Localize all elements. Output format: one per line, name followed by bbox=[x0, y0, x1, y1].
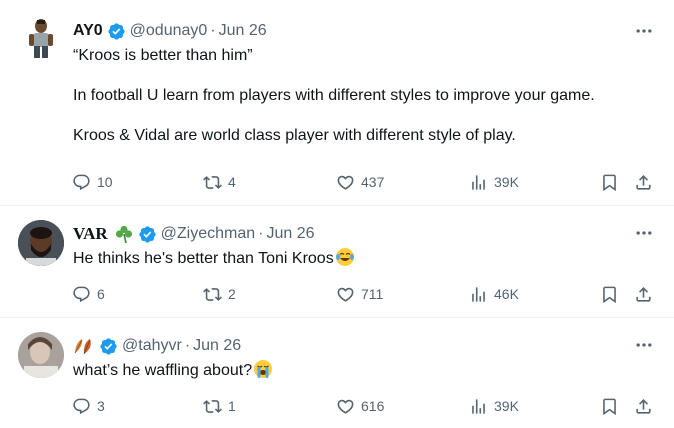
bar-chart-icon bbox=[469, 173, 488, 192]
bar-chart-icon bbox=[469, 397, 488, 416]
tweet-paragraph: what’s he waffling about? bbox=[73, 362, 253, 379]
like-count: 437 bbox=[361, 174, 385, 190]
bookmark-icon bbox=[600, 397, 619, 416]
shamrock-icon bbox=[115, 225, 132, 244]
separator-dot: · bbox=[210, 22, 216, 39]
author-name[interactable]: AY0 bbox=[73, 22, 103, 40]
reply-icon bbox=[72, 397, 91, 416]
repost-button[interactable]: 2 bbox=[203, 283, 236, 305]
like-button[interactable]: 437 bbox=[336, 171, 384, 193]
like-count: 616 bbox=[361, 398, 385, 414]
reply-icon bbox=[72, 285, 91, 304]
separator-dot: · bbox=[184, 337, 191, 354]
action-bar: 3 1 616 39K bbox=[0, 395, 674, 417]
share-icon bbox=[634, 285, 653, 304]
heart-icon bbox=[336, 285, 355, 304]
tweet-paragraph: Kroos & Vidal are world class player wit… bbox=[73, 127, 516, 144]
bookmark-icon bbox=[600, 173, 619, 192]
tweet-header: VAR @Ziyechman · Jun 26 bbox=[73, 223, 315, 245]
action-bar: 6 2 711 46K bbox=[0, 283, 674, 305]
separator-dot: · bbox=[258, 225, 264, 242]
bookmark-button[interactable] bbox=[600, 395, 619, 417]
reply-button[interactable]: 3 bbox=[72, 395, 105, 417]
timestamp[interactable]: Jun 26 bbox=[266, 225, 314, 243]
action-bar: 10 4 437 39K bbox=[0, 171, 674, 193]
reply-count: 10 bbox=[97, 174, 113, 190]
verified-badge-icon bbox=[138, 225, 157, 244]
like-count: 711 bbox=[361, 286, 384, 302]
verified-badge-icon bbox=[107, 22, 126, 41]
tweet-paragraph: “Kroos is better than him” bbox=[73, 47, 253, 64]
reply-count: 3 bbox=[97, 398, 105, 414]
reply-count: 6 bbox=[97, 286, 105, 302]
tweet-text: what’s he waffling about? bbox=[73, 359, 273, 381]
timestamp[interactable]: Jun 26 bbox=[219, 22, 267, 40]
share-button[interactable] bbox=[634, 283, 653, 305]
avatar-odunay0[interactable] bbox=[18, 14, 64, 60]
repost-button[interactable]: 1 bbox=[203, 395, 236, 417]
tweet-header: AY0 @odunay0 · Jun 26 bbox=[73, 20, 267, 42]
view-count: 46K bbox=[494, 286, 519, 302]
tweet-header: @tahyvr · Jun 26 bbox=[73, 335, 241, 357]
heart-icon bbox=[336, 397, 355, 416]
tweet-paragraph: In football U learn from players with di… bbox=[73, 87, 595, 104]
more-options-icon[interactable] bbox=[632, 21, 656, 41]
loudly-crying-emoji-icon bbox=[254, 360, 273, 378]
tweet-text: “Kroos is better than him” In football U… bbox=[73, 46, 595, 146]
tears-of-joy-emoji-icon bbox=[335, 248, 354, 266]
repost-button[interactable]: 4 bbox=[203, 171, 236, 193]
share-icon bbox=[634, 397, 653, 416]
tweet-1[interactable]: AY0 @odunay0 · Jun 26 “Kroos is better t… bbox=[0, 0, 674, 206]
repost-count: 1 bbox=[228, 398, 236, 414]
reply-button[interactable]: 6 bbox=[72, 283, 105, 305]
author-handle[interactable]: @tahyvr bbox=[122, 337, 182, 355]
author-name[interactable]: VAR bbox=[73, 224, 108, 244]
repost-icon bbox=[203, 173, 222, 192]
reply-icon bbox=[72, 173, 91, 192]
more-options-icon[interactable] bbox=[632, 223, 656, 243]
author-handle[interactable]: @Ziyechman bbox=[161, 225, 256, 243]
bookmark-icon bbox=[600, 285, 619, 304]
views-button[interactable]: 46K bbox=[469, 283, 519, 305]
avatar-tahyvr[interactable] bbox=[18, 332, 64, 378]
repost-count: 4 bbox=[228, 174, 236, 190]
repost-icon bbox=[203, 397, 222, 416]
view-count: 39K bbox=[494, 174, 519, 190]
share-button[interactable] bbox=[634, 395, 653, 417]
like-button[interactable]: 616 bbox=[336, 395, 384, 417]
repost-icon bbox=[203, 285, 222, 304]
bar-chart-icon bbox=[469, 285, 488, 304]
tweet-2[interactable]: VAR @Ziyechman · Jun 26 He thinks he's b… bbox=[0, 206, 674, 318]
views-button[interactable]: 39K bbox=[469, 171, 519, 193]
verified-badge-icon bbox=[99, 337, 118, 356]
tweet-paragraph: He thinks he's better than Toni Kroos bbox=[73, 250, 334, 267]
more-options-icon[interactable] bbox=[632, 335, 656, 355]
like-button[interactable]: 711 bbox=[336, 283, 383, 305]
repost-count: 2 bbox=[228, 286, 236, 302]
share-button[interactable] bbox=[634, 171, 653, 193]
share-icon bbox=[634, 173, 653, 192]
tweet-text: He thinks he's better than Toni Kroos bbox=[73, 247, 355, 269]
view-count: 39K bbox=[494, 398, 519, 414]
author-handle[interactable]: @odunay0 bbox=[130, 22, 208, 40]
views-button[interactable]: 39K bbox=[469, 395, 519, 417]
timestamp[interactable]: Jun 26 bbox=[193, 337, 241, 355]
avatar-ziyechman[interactable] bbox=[18, 220, 64, 266]
reply-button[interactable]: 10 bbox=[72, 171, 113, 193]
bookmark-button[interactable] bbox=[600, 283, 619, 305]
bookmark-button[interactable] bbox=[600, 171, 619, 193]
heart-icon bbox=[336, 173, 355, 192]
tweet-3[interactable]: @tahyvr · Jun 26 what’s he waffling abou… bbox=[0, 318, 674, 428]
fallen-leaves-icon bbox=[74, 339, 91, 355]
